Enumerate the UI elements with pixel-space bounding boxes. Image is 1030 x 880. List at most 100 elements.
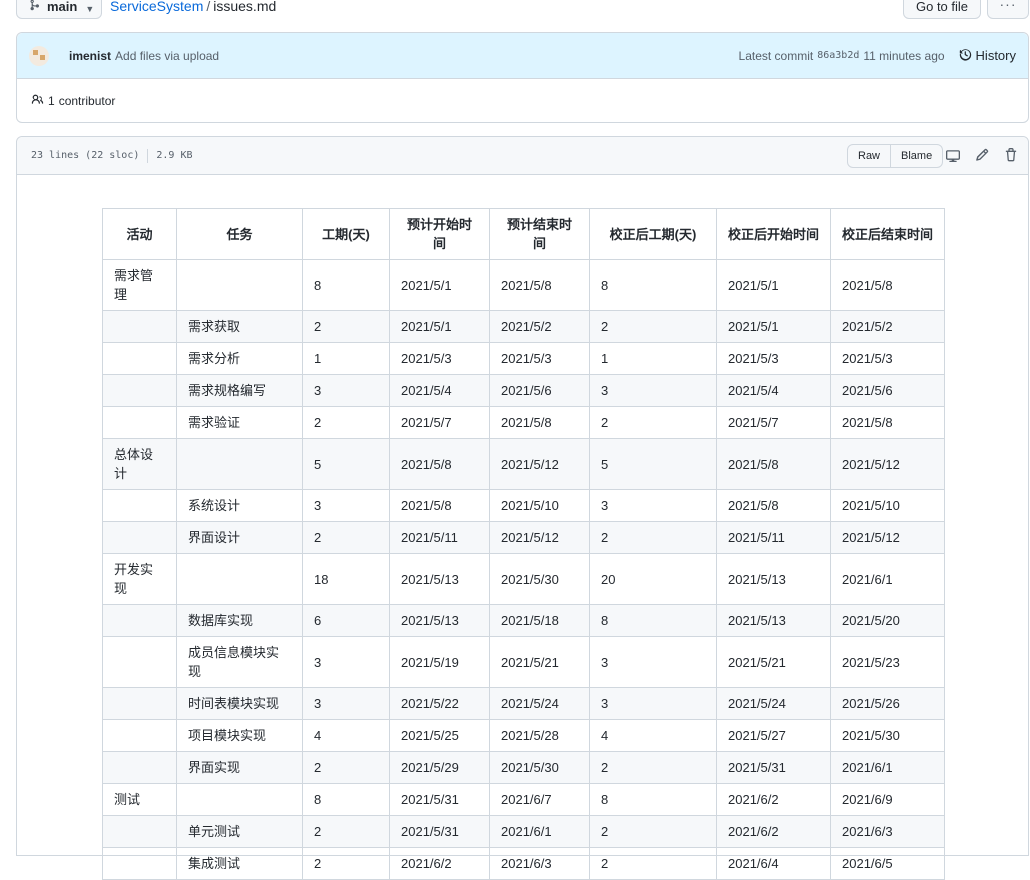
table-cell — [102, 342, 177, 375]
table-row: 时间表模块实现 3 2021/5/22 2021/5/24 3 2021/5/24 2021… — [102, 687, 945, 720]
commit-sha[interactable]: 86a3b2d — [817, 50, 859, 61]
table-cell: 2 — [302, 751, 390, 784]
table-cell: 2021/6/5 — [830, 847, 945, 880]
table-cell: 2021/5/31 — [716, 751, 831, 784]
table-cell: 2021/5/23 — [830, 636, 945, 688]
breadcrumb-repo-link[interactable]: ServiceSystem — [110, 0, 203, 14]
table-cell: 2 — [302, 521, 390, 554]
table-cell: 8 — [302, 783, 390, 816]
table-cell — [102, 604, 177, 637]
table-cell: 2021/5/13 — [389, 553, 490, 605]
table-cell: 2021/5/10 — [489, 489, 590, 522]
raw-button[interactable]: Raw — [848, 145, 890, 167]
pencil-icon[interactable] — [974, 147, 990, 163]
table-cell: 2021/6/1 — [489, 815, 590, 848]
file-viewer: 23 lines (22 sloc) 2.9 KB Raw Blame 活动 任… — [16, 136, 1029, 880]
table-cell: 2021/5/29 — [389, 751, 490, 784]
branch-name: main — [47, 0, 78, 14]
table-cell — [102, 687, 177, 720]
table-row: 集成测试 2 2021/6/2 2021/6/3 2 2021/6/4 2021/6/5 — [102, 847, 945, 880]
go-to-file-button[interactable]: Go to file — [903, 0, 981, 19]
table-cell: 2 — [302, 815, 390, 848]
table-cell: 项目模块实现 — [176, 719, 303, 752]
table-row: 单元测试 2 2021/5/31 2021/6/1 2 2021/6/2 2021/6/3 — [102, 815, 945, 848]
table-cell: 2021/5/18 — [489, 604, 590, 637]
table-cell — [176, 553, 303, 605]
desktop-icon[interactable] — [945, 147, 961, 163]
table-cell: 2021/5/8 — [489, 406, 590, 439]
table-cell: 集成测试 — [176, 847, 303, 880]
table-cell: 8 — [589, 783, 717, 816]
table-cell: 需求验证 — [176, 406, 303, 439]
commit-box: imenist Add files via upload Latest comm… — [16, 32, 1029, 123]
table-cell: 2021/5/6 — [830, 374, 945, 407]
table-cell: 2021/5/19 — [389, 636, 490, 688]
schedule-table: 活动 任务 工期(天) 预计开始时间 预计结束时间 校正后工期(天) 校正后开始… — [102, 208, 945, 880]
table-cell: 2021/5/22 — [389, 687, 490, 720]
table-cell — [102, 374, 177, 407]
table-cell: 2021/5/30 — [489, 751, 590, 784]
table-header-row: 活动 任务 工期(天) 预计开始时间 预计结束时间 校正后工期(天) 校正后开始… — [102, 208, 945, 260]
branch-select-button[interactable]: main ▼ — [16, 0, 102, 19]
trash-icon[interactable] — [1003, 147, 1019, 163]
table-cell: 2 — [302, 847, 390, 880]
table-cell: 2021/5/13 — [716, 604, 831, 637]
table-header-cell: 任务 — [176, 208, 303, 260]
table-cell: 1 — [589, 342, 717, 375]
table-cell: 2021/5/13 — [389, 604, 490, 637]
table-cell: 5 — [589, 438, 717, 490]
table-row: 需求验证 2 2021/5/7 2021/5/8 2 2021/5/7 2021/5/8 — [102, 406, 945, 439]
table-cell: 2021/5/31 — [389, 783, 490, 816]
repo-topbar: main ▼ ServiceSystem / issues.md Go to fil… — [0, 0, 1030, 22]
table-cell: 3 — [302, 687, 390, 720]
git-branch-icon — [29, 0, 41, 14]
table-cell: 2021/5/8 — [830, 406, 945, 439]
table-cell: 2021/5/3 — [489, 342, 590, 375]
table-cell: 2021/5/8 — [830, 259, 945, 311]
table-header-cell: 工期(天) — [302, 208, 390, 260]
table-cell: 3 — [589, 489, 717, 522]
table-cell: 成员信息模块实现 — [176, 636, 303, 688]
table-cell: 3 — [302, 489, 390, 522]
table-row: 测试 8 2021/5/31 2021/6/7 8 2021/6/2 2021/6/9 — [102, 783, 945, 816]
table-cell: 2021/5/26 — [830, 687, 945, 720]
table-row: 需求管理 8 2021/5/1 2021/5/8 8 2021/5/1 2021/5/8 — [102, 259, 945, 311]
table-cell — [176, 259, 303, 311]
table-cell — [102, 636, 177, 688]
commit-message[interactable]: Add files via upload — [115, 49, 219, 63]
history-icon — [959, 48, 972, 64]
commit-author[interactable]: imenist — [69, 49, 111, 63]
table-cell: 2021/5/10 — [830, 489, 945, 522]
table-cell: 2021/5/13 — [716, 553, 831, 605]
avatar[interactable] — [29, 45, 49, 66]
contributors-row[interactable]: 1 contributor — [17, 79, 1028, 123]
table-cell — [102, 310, 177, 343]
table-row: 开发实现 18 2021/5/13 2021/5/30 20 2021/5/13 2021/… — [102, 553, 945, 605]
commit-time: 11 minutes ago — [863, 48, 945, 63]
table-cell: 2 — [589, 815, 717, 848]
table-cell: 4 — [302, 719, 390, 752]
table-row: 界面实现 2 2021/5/29 2021/5/30 2 2021/5/31 2021/6/… — [102, 751, 945, 784]
table-cell — [102, 847, 177, 880]
file-size: 2.9 KB — [156, 150, 193, 161]
table-header-cell: 校正后结束时间 — [830, 208, 945, 260]
table-row: 项目模块实现 4 2021/5/25 2021/5/28 4 2021/5/27 2021/… — [102, 719, 945, 752]
breadcrumb-file: issues.md — [213, 0, 277, 14]
table-cell: 6 — [302, 604, 390, 637]
table-cell: 2021/5/4 — [716, 374, 831, 407]
blame-button[interactable]: Blame — [890, 145, 942, 167]
table-cell: 2 — [302, 406, 390, 439]
table-cell: 界面实现 — [176, 751, 303, 784]
commit-meta: Latest commit 86a3b2d 11 minutes ago His… — [739, 48, 1016, 64]
table-cell: 单元测试 — [176, 815, 303, 848]
table-cell — [102, 406, 177, 439]
table-cell: 4 — [589, 719, 717, 752]
more-options-button[interactable]: ··· — [987, 0, 1029, 19]
table-cell: 2 — [589, 406, 717, 439]
table-cell: 2021/5/1 — [716, 310, 831, 343]
table-row: 需求获取 2 2021/5/1 2021/5/2 2 2021/5/1 2021/5/2 — [102, 310, 945, 343]
table-cell: 2021/5/7 — [389, 406, 490, 439]
file-action-group: Raw Blame — [847, 144, 944, 168]
table-cell: 8 — [302, 259, 390, 311]
history-link[interactable]: History — [959, 48, 1016, 64]
